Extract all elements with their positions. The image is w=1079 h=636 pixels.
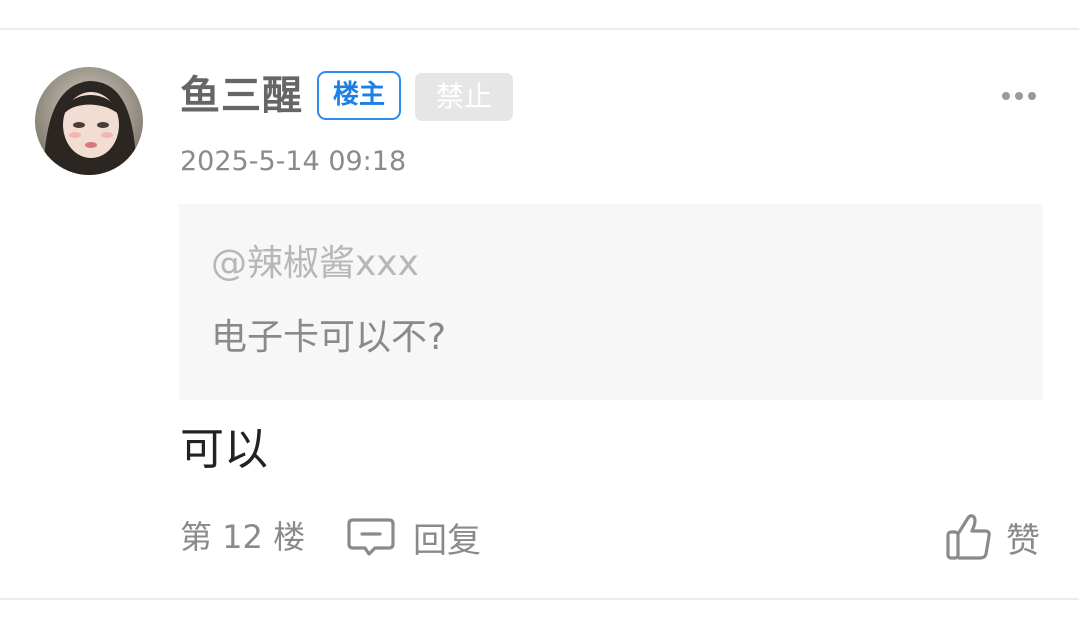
more-icon[interactable]: [1000, 88, 1038, 104]
quote-text: 电子卡可以不?: [211, 317, 447, 358]
username[interactable]: 鱼三醒: [180, 70, 303, 122]
floor-number: 第 12 楼: [180, 518, 306, 556]
timestamp: 2025-5-14 09:18: [180, 146, 407, 177]
like-label: 赞: [1006, 520, 1040, 561]
reply-button[interactable]: 回复: [347, 512, 481, 562]
reply-label: 回复: [413, 520, 481, 561]
reply-icon: [347, 518, 395, 556]
top-divider: [0, 28, 1079, 30]
comment-content: 可以: [180, 424, 268, 475]
bottom-divider: [0, 598, 1079, 600]
thumbs-up-icon: [946, 514, 991, 560]
like-button[interactable]: 赞: [946, 510, 1040, 564]
user-avatar[interactable]: [35, 67, 143, 175]
owner-badge: 楼主: [317, 71, 401, 120]
avatar-image: [35, 67, 143, 175]
quoted-comment[interactable]: @辣椒酱xxx 电子卡可以不?: [179, 204, 1043, 400]
ban-button[interactable]: 禁止: [415, 73, 513, 121]
quote-mention[interactable]: @辣椒酱xxx: [211, 240, 419, 288]
